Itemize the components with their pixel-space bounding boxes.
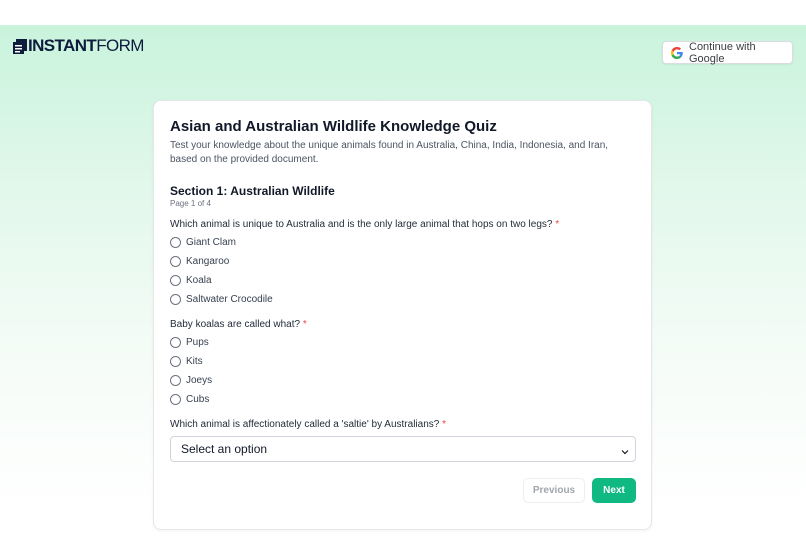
- radio-button[interactable]: [170, 294, 181, 305]
- radio-option-kangaroo[interactable]: Kangaroo: [170, 256, 229, 267]
- next-button[interactable]: Next: [592, 478, 636, 503]
- question-2-label: Baby koalas are called what? *: [170, 319, 307, 330]
- select-value: Select an option: [181, 442, 268, 456]
- form-logo-icon: [13, 38, 27, 54]
- radio-option-giant-clam[interactable]: Giant Clam: [170, 237, 236, 248]
- quiz-form-card: Asian and Australian Wildlife Knowledge …: [153, 100, 652, 530]
- logo-text-light: FORM: [96, 36, 144, 55]
- question-1-label: Which animal is unique to Australia and …: [170, 219, 559, 230]
- radio-button[interactable]: [170, 394, 181, 405]
- question-3-text: Which animal is affectionately called a …: [170, 419, 440, 430]
- option-label: Cubs: [186, 394, 210, 405]
- option-label: Kits: [186, 356, 203, 367]
- logo-text: INSTANTFORM: [28, 37, 144, 55]
- instantform-logo[interactable]: INSTANTFORM: [13, 37, 144, 55]
- required-marker: *: [442, 419, 447, 430]
- question-3-label: Which animal is affectionately called a …: [170, 419, 446, 430]
- page-indicator: Page 1 of 4: [170, 199, 211, 208]
- logo-text-bold: INSTANT: [28, 36, 97, 55]
- saltie-answer-select[interactable]: Select an option: [170, 436, 636, 462]
- radio-option-saltwater-crocodile[interactable]: Saltwater Crocodile: [170, 294, 273, 305]
- option-label: Joeys: [186, 375, 213, 386]
- radio-option-koala[interactable]: Koala: [170, 275, 212, 286]
- radio-button[interactable]: [170, 337, 181, 348]
- radio-button[interactable]: [170, 356, 181, 367]
- form-title: Asian and Australian Wildlife Knowledge …: [170, 118, 497, 135]
- radio-button[interactable]: [170, 256, 181, 267]
- question-1-text: Which animal is unique to Australia and …: [170, 219, 553, 230]
- radio-option-cubs[interactable]: Cubs: [170, 394, 209, 405]
- option-label: Kangaroo: [186, 256, 230, 267]
- previous-button[interactable]: Previous: [523, 478, 585, 503]
- required-marker: *: [555, 219, 560, 230]
- chevron-down-icon: [621, 445, 629, 455]
- radio-button[interactable]: [170, 275, 181, 286]
- radio-option-joeys[interactable]: Joeys: [170, 375, 212, 386]
- radio-button[interactable]: [170, 375, 181, 386]
- google-button-label: Continue with Google: [689, 40, 756, 65]
- radio-option-pups[interactable]: Pups: [170, 337, 209, 348]
- question-2-text: Baby koalas are called what?: [170, 319, 301, 330]
- continue-with-google-button[interactable]: Continue with Google: [662, 40, 793, 65]
- option-label: Pups: [186, 337, 209, 348]
- option-label: Koala: [186, 275, 212, 286]
- form-description: Test your knowledge about the unique ani…: [170, 140, 609, 165]
- radio-option-kits[interactable]: Kits: [170, 356, 203, 367]
- section-title: Section 1: Australian Wildlife: [170, 184, 335, 198]
- required-marker: *: [302, 319, 307, 330]
- option-label: Saltwater Crocodile: [186, 294, 273, 305]
- option-label: Giant Clam: [186, 237, 237, 248]
- google-icon: [671, 46, 683, 59]
- radio-button[interactable]: [170, 237, 181, 248]
